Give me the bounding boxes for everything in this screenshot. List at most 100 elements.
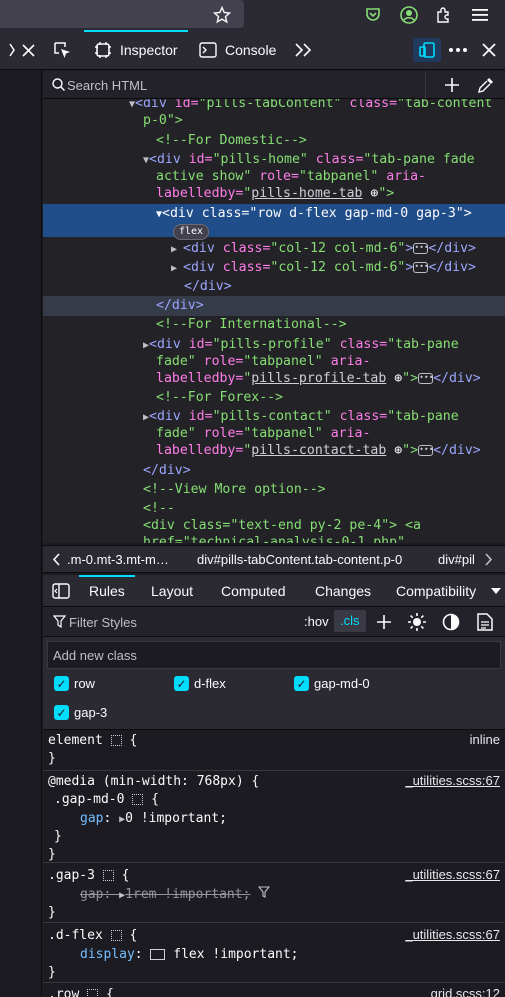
class-checkbox-gap-3[interactable]: ✓ gap-3 — [54, 705, 107, 720]
comment-node[interactable]: <!--For Domestic--> — [156, 132, 505, 149]
markup-line[interactable]: ▶ <div class="col-12 col-md-6">•••</div> — [171, 259, 505, 277]
rule-source-link[interactable]: _utilities.scss:67 — [405, 773, 500, 788]
url-bar[interactable] — [0, 0, 244, 28]
grid-highlighter-icon[interactable] — [110, 930, 122, 941]
markup-line[interactable]: ▼<div id="pills-home" class="tab-pane fa… — [143, 151, 505, 169]
more-tabs-chevron-icon[interactable] — [291, 38, 315, 62]
node-target-icon[interactable]: ⊕ — [386, 443, 402, 458]
markup-line[interactable]: active show" role="tabpanel" aria- — [156, 168, 505, 185]
grid-highlighter-icon[interactable] — [132, 794, 144, 805]
expand-triangle-icon[interactable]: ▶ — [171, 244, 183, 255]
breadcrumb-item[interactable]: div#pills-tabContent.tab-content.p-0 — [197, 552, 417, 567]
bookmark-star-icon[interactable] — [211, 4, 233, 26]
ellipsis-icon[interactable]: ••• — [413, 261, 429, 273]
responsive-design-icon[interactable] — [413, 38, 441, 62]
rule-source-link[interactable]: _utilities.scss:67 — [405, 867, 500, 882]
close-devtools-icon[interactable] — [477, 38, 501, 62]
grid-highlighter-icon[interactable] — [102, 870, 114, 881]
tab-console[interactable]: Console — [199, 30, 276, 70]
close-page-icon[interactable] — [16, 38, 40, 62]
comment-node[interactable]: <!--For Forex--> — [156, 389, 505, 406]
comment-node[interactable]: <!--For International--> — [156, 316, 505, 333]
search-html-input[interactable] — [67, 75, 397, 95]
ellipsis-icon[interactable]: ••• — [418, 372, 434, 384]
markup-line[interactable]: </div> — [184, 278, 505, 295]
comment-node[interactable]: href="technical-analysis-0-1.php" — [143, 534, 505, 543]
rule-gap-md-0: @media (min-width: 768px) { _utilities.s… — [43, 772, 505, 863]
grid-highlighter-icon[interactable] — [110, 735, 122, 746]
chevron-down-icon[interactable] — [491, 588, 501, 594]
rule-source-link[interactable]: grid.scss:12 — [431, 986, 500, 997]
grid-highlighter-icon[interactable] — [87, 989, 99, 997]
comment-node[interactable]: <!-- — [143, 500, 505, 517]
markup-line[interactable]: fade" role="tabpanel" aria- — [156, 353, 505, 370]
chevron-left-icon[interactable] — [52, 553, 60, 566]
add-node-icon[interactable] — [444, 77, 460, 93]
comment-node[interactable]: <div class="text-end py-2 pe-4"> <a — [143, 517, 505, 534]
pocket-icon[interactable] — [362, 4, 384, 26]
filter-styles-input[interactable] — [69, 612, 269, 632]
markup-line[interactable]: labelledby="pills-profile-tab ⊕">•••</di… — [156, 370, 505, 387]
property-value[interactable]: 0 !important; — [125, 811, 227, 826]
tab-compatibility[interactable]: Compatibility — [396, 575, 476, 607]
markup-line[interactable]: ▶<div id="pills-contact" class="tab-pane — [143, 408, 505, 426]
tab-changes[interactable]: Changes — [315, 575, 371, 607]
breadcrumb-item[interactable]: .m-0.mt-3.mt-m… — [67, 552, 175, 567]
print-media-icon[interactable] — [477, 613, 493, 631]
checkbox-checked-icon[interactable]: ✓ — [54, 676, 69, 691]
markup-line[interactable]: </div> — [143, 462, 505, 479]
property-name[interactable]: gap — [80, 811, 103, 826]
eyedropper-icon[interactable] — [477, 76, 495, 94]
tab-inspector[interactable]: Inspector — [84, 30, 188, 70]
expand-triangle-icon[interactable]: ▶ — [171, 263, 183, 274]
checkbox-checked-icon[interactable]: ✓ — [294, 676, 309, 691]
menu-icon[interactable] — [469, 4, 491, 26]
filter-overridden-icon[interactable] — [258, 886, 271, 902]
chevron-right-icon[interactable] — [485, 553, 493, 566]
markup-line[interactable]: labelledby="pills-home-tab ⊕"> — [156, 185, 505, 202]
markup-line[interactable]: </div> — [156, 297, 505, 314]
markup-line[interactable]: ▶ <div class="col-12 col-md-6">•••</div> — [171, 240, 505, 258]
add-class-input[interactable] — [47, 641, 501, 669]
add-rule-icon[interactable] — [376, 614, 392, 630]
classes-toggle[interactable]: .cls — [334, 610, 366, 632]
extensions-icon[interactable] — [433, 4, 455, 26]
light-scheme-icon[interactable] — [407, 612, 427, 632]
property-value[interactable]: 1rem !important; — [125, 887, 250, 902]
checkbox-checked-icon[interactable]: ✓ — [54, 705, 69, 720]
markup-line[interactable]: ▼<div id="pills-tabContent" class="tab-c… — [129, 99, 505, 113]
dark-scheme-icon[interactable] — [442, 613, 460, 631]
markup-line[interactable]: p-0"> — [143, 112, 505, 129]
class-checkbox-d-flex[interactable]: ✓ d-flex — [174, 676, 226, 691]
breadcrumb-item[interactable]: div#pil — [438, 552, 478, 567]
tab-computed[interactable]: Computed — [221, 575, 286, 607]
flexbox-highlighter-icon[interactable] — [150, 949, 166, 960]
comment-node[interactable]: <!--View More option--> — [143, 481, 505, 498]
tab-rules[interactable]: Rules — [79, 575, 135, 607]
rule-source-link[interactable]: _utilities.scss:67 — [405, 927, 500, 942]
tab-layout[interactable]: Layout — [151, 575, 193, 607]
checkbox-checked-icon[interactable]: ✓ — [174, 676, 189, 691]
class-checkbox-row[interactable]: ✓ row — [54, 676, 95, 691]
class-checkbox-gap-md-0[interactable]: ✓ gap-md-0 — [294, 676, 370, 691]
property-value[interactable]: flex !important; — [173, 947, 298, 962]
selected-markup-line[interactable]: ▼<div class="row d-flex gap-md-0 gap-3"> — [156, 205, 505, 223]
toggle-pane-icon[interactable] — [52, 583, 70, 599]
inspector-icon — [95, 42, 111, 58]
ellipsis-icon[interactable]: ••• — [413, 242, 429, 254]
account-icon[interactable] — [398, 4, 420, 26]
property-name[interactable]: gap — [80, 887, 103, 902]
ellipsis-icon[interactable]: ••• — [418, 444, 434, 456]
node-target-icon[interactable]: ⊕ — [386, 371, 402, 386]
markup-line[interactable]: fade" role="tabpanel" aria- — [156, 425, 505, 442]
property-name[interactable]: display — [80, 947, 135, 962]
element-picker-icon[interactable] — [50, 38, 74, 62]
rules-list: element { inline } @media (min-width: 76… — [43, 730, 505, 997]
flex-badge[interactable]: flex — [173, 224, 210, 240]
markup-line[interactable]: labelledby="pills-contact-tab ⊕">•••</di… — [156, 442, 505, 459]
markup-line[interactable]: ▶<div id="pills-profile" class="tab-pane — [143, 336, 505, 354]
hover-states-toggle[interactable]: :hov — [304, 614, 329, 629]
breadcrumb: .m-0.mt-3.mt-m… div#pills-tabContent.tab… — [43, 545, 505, 573]
node-target-icon[interactable]: ⊕ — [362, 186, 378, 201]
more-options-icon[interactable] — [446, 38, 470, 62]
